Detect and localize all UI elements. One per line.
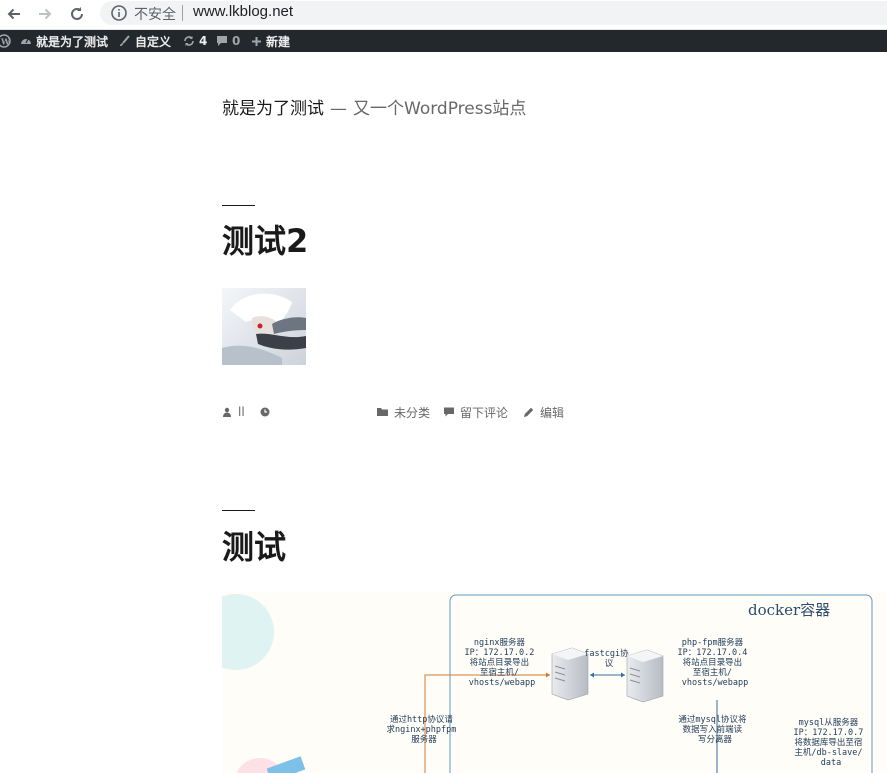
- post-separator: [222, 205, 255, 206]
- wordpress-logo-icon: W: [0, 34, 11, 48]
- author-icon: [223, 407, 231, 417]
- folder-icon: [377, 408, 388, 416]
- posted-on: [260, 402, 270, 422]
- mysql-slave-label: mysql从服务器 IP：172.17.0.7 将数据库导出至宿 主机/db-s…: [793, 717, 868, 768]
- architecture-diagram: docker容器 nginx服务器 IP：172.17.0.2 将站点目录导出: [222, 592, 887, 773]
- site-branding: 就是为了测试 — 又一个WordPress站点: [222, 94, 526, 119]
- wp-logo-menu[interactable]: W: [0, 30, 12, 52]
- site-description: 又一个WordPress站点: [353, 99, 527, 119]
- post-title[interactable]: 测试2: [222, 221, 308, 261]
- admin-bar-updates[interactable]: 4: [183, 30, 207, 52]
- admin-bar-comments[interactable]: 0: [216, 30, 240, 52]
- comment-icon: [444, 407, 454, 417]
- pencil-icon: [524, 407, 534, 417]
- comments-link: 留下评论: [444, 402, 508, 422]
- admin-bar-site-name[interactable]: 就是为了测试: [20, 30, 108, 52]
- arrow-left-icon: [7, 8, 20, 20]
- reload-icon: [71, 7, 83, 20]
- author-link[interactable]: ll: [238, 405, 245, 419]
- entry-footer: ll 未分类 留下评论 编辑: [222, 402, 642, 422]
- post-thumbnail[interactable]: [222, 288, 306, 365]
- admin-bar-customize-label: 自定义: [135, 34, 172, 49]
- info-icon[interactable]: [110, 4, 128, 22]
- browser-toolbar: 不安全 www.lkblog.net: [0, 0, 887, 30]
- site-title[interactable]: 就是为了测试: [222, 99, 324, 119]
- address-separator: [182, 5, 183, 21]
- nginx-server-icon: [551, 647, 589, 701]
- mysql-protocol-label: 通过mysql协议将 数据写入前端读 写分离器: [678, 714, 751, 745]
- admin-bar-new-label: 新建: [266, 34, 291, 49]
- nginx-server-label: nginx服务器 IP：172.17.0.2 将站点目录导出 至宿主机/ vho…: [464, 637, 539, 688]
- updates-icon: [184, 36, 194, 46]
- decorative-circle: [222, 594, 274, 670]
- post-separator: [222, 510, 255, 511]
- leave-comment-link[interactable]: 留下评论: [460, 404, 508, 421]
- post-title[interactable]: 测试: [222, 527, 286, 567]
- url-text[interactable]: www.lkblog.net: [193, 3, 293, 20]
- fastcgi-label: fastcgi协 议: [584, 648, 633, 669]
- comment-icon: [217, 36, 227, 46]
- forward-button[interactable]: [34, 3, 56, 25]
- docker-container-label: docker容器: [748, 601, 830, 619]
- byline: ll: [222, 402, 245, 422]
- site-title-separator: —: [330, 99, 347, 119]
- security-label: 不安全: [134, 7, 176, 23]
- brush-icon: [120, 35, 130, 46]
- phpfpm-server-label: php-fpm服务器 IP：172.17.0.4 将站点目录导出 至宿主机/ v…: [677, 637, 752, 688]
- category-link[interactable]: 未分类: [394, 404, 430, 421]
- svg-text:W: W: [0, 37, 11, 47]
- admin-bar-site-label: 就是为了测试: [36, 34, 109, 49]
- cat-links: 未分类: [377, 402, 430, 422]
- edit-link: 编辑: [523, 402, 564, 422]
- back-button[interactable]: [3, 3, 25, 25]
- admin-bar-customize[interactable]: 自定义: [119, 30, 171, 52]
- clock-icon[interactable]: [260, 407, 270, 417]
- dashboard-icon: [21, 38, 31, 44]
- reload-button[interactable]: [66, 3, 88, 25]
- edit-post-link[interactable]: 编辑: [540, 404, 564, 421]
- diagram-canvas: docker容器 nginx服务器 IP：172.17.0.2 将站点目录导出: [222, 594, 873, 773]
- arrow-right-icon: [39, 8, 52, 20]
- wp-admin-bar: W 就是为了测试 自定义 4 0 新建: [0, 30, 887, 52]
- plus-icon: [252, 36, 261, 46]
- address-bar[interactable]: 不安全 www.lkblog.net: [100, 1, 887, 25]
- comments-count: 0: [232, 34, 241, 48]
- admin-bar-new[interactable]: 新建: [251, 30, 290, 52]
- updates-count: 4: [199, 34, 208, 48]
